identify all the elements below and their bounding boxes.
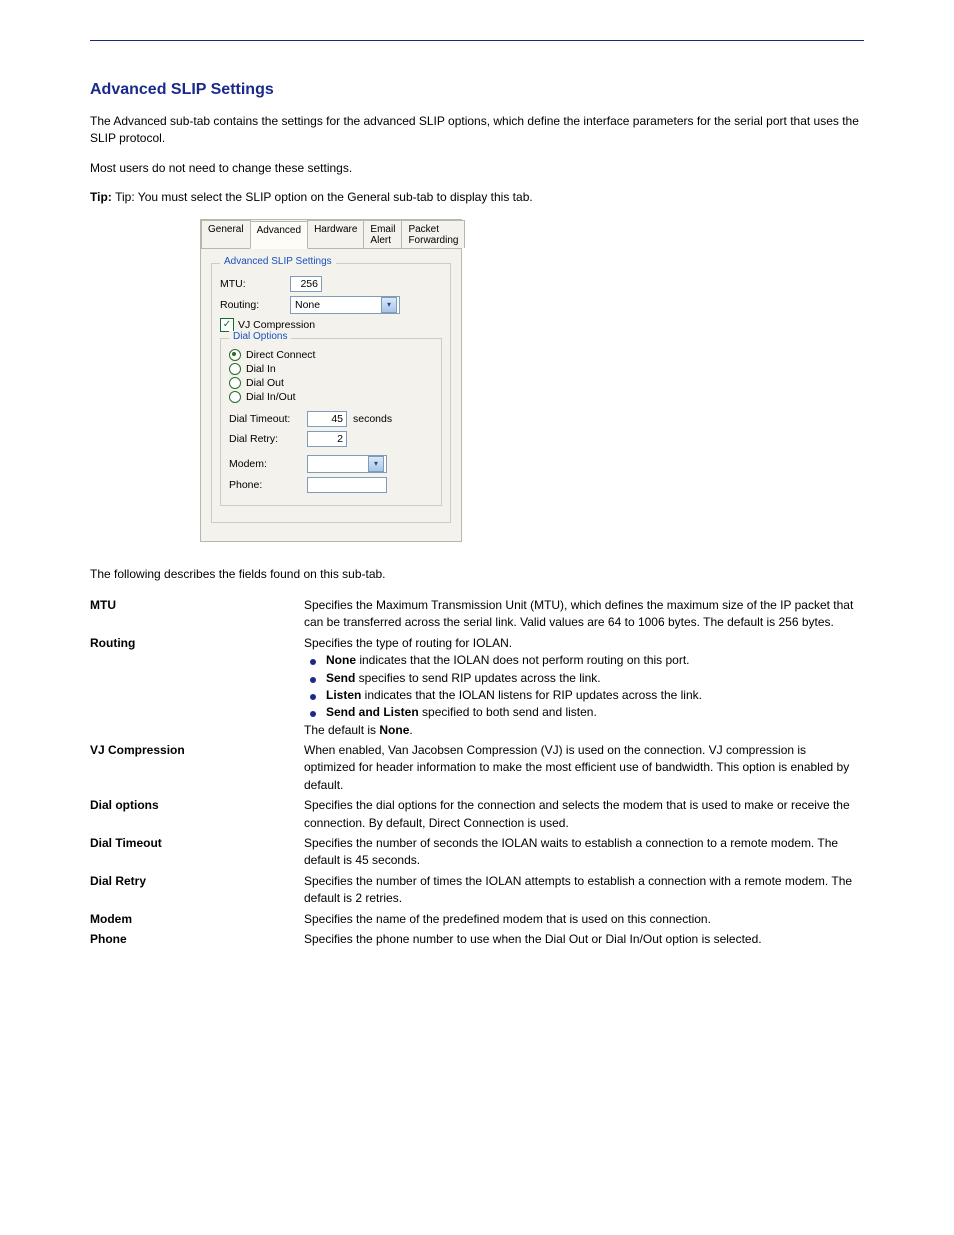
radio-inout-label: Dial In/Out — [246, 391, 296, 403]
label-routing: Routing: — [220, 299, 284, 311]
label-seconds: seconds — [353, 413, 392, 425]
chevron-down-icon: ▾ — [381, 297, 397, 313]
radio-icon — [229, 363, 241, 375]
section-title: Advanced SLIP Settings — [90, 81, 864, 99]
radio-icon — [229, 349, 241, 361]
row-mtu: MTU Specifies the Maximum Transmission U… — [90, 595, 864, 633]
radio-direct-connect[interactable]: Direct Connect — [229, 349, 433, 361]
checkbox-vj-compression[interactable]: ✓ VJ Compression — [220, 318, 315, 332]
row-phone: Phone Specifies the phone number to use … — [90, 929, 864, 949]
key-timeout: Dial Timeout — [90, 833, 304, 871]
checkbox-vj-label: VJ Compression — [238, 319, 315, 331]
legend-advanced-slip: Advanced SLIP Settings — [220, 256, 336, 267]
intro-1: The Advanced sub-tab contains the settin… — [90, 113, 864, 148]
key-modem: Modem — [90, 909, 304, 929]
label-phone: Phone: — [229, 479, 301, 491]
val-mtu: Specifies the Maximum Transmission Unit … — [304, 595, 864, 633]
routing-line-0: Specifies the type of routing for IOLAN. — [304, 635, 860, 652]
row-vj: VJ Compression When enabled, Van Jacobse… — [90, 740, 864, 795]
input-dial-retry[interactable] — [307, 431, 347, 447]
row-modem: Modem Specifies the name of the predefin… — [90, 909, 864, 929]
val-modem: Specifies the name of the predefined mod… — [304, 909, 864, 929]
radio-icon — [229, 377, 241, 389]
radio-icon — [229, 391, 241, 403]
legend-dial-options: Dial Options — [229, 331, 291, 342]
chevron-down-icon: ▾ — [368, 456, 384, 472]
group-advanced-slip: Advanced SLIP Settings MTU: Routing: Non… — [211, 263, 451, 523]
intro-tip-text: Tip: You must select the SLIP option on … — [115, 190, 533, 204]
row-retry: Dial Retry Specifies the number of times… — [90, 871, 864, 909]
row-timeout: Dial Timeout Specifies the number of sec… — [90, 833, 864, 871]
val-phone: Specifies the phone number to use when t… — [304, 929, 864, 949]
tab-packet-forwarding[interactable]: Packet Forwarding — [401, 220, 465, 248]
select-modem[interactable]: ▾ — [307, 455, 387, 473]
tab-email-alert[interactable]: Email Alert — [363, 220, 402, 248]
select-routing-value: None — [295, 299, 320, 311]
radio-dial-inout[interactable]: Dial In/Out — [229, 391, 433, 403]
key-phone: Phone — [90, 929, 304, 949]
radio-out-label: Dial Out — [246, 377, 284, 389]
field-descriptions: MTU Specifies the Maximum Transmission U… — [90, 595, 864, 949]
tab-hardware[interactable]: Hardware — [307, 220, 364, 248]
key-mtu: MTU — [90, 595, 304, 633]
val-timeout: Specifies the number of seconds the IOLA… — [304, 833, 864, 871]
row-dial: Dial options Specifies the dial options … — [90, 795, 864, 833]
row-routing: Routing Specifies the type of routing fo… — [90, 633, 864, 740]
label-modem: Modem: — [229, 458, 301, 470]
input-phone[interactable] — [307, 477, 387, 493]
val-retry: Specifies the number of times the IOLAN … — [304, 871, 864, 909]
key-dial: Dial options — [90, 795, 304, 833]
label-mtu: MTU: — [220, 278, 284, 290]
radio-in-label: Dial In — [246, 363, 276, 375]
input-mtu[interactable] — [290, 276, 322, 292]
val-dial: Specifies the dial options for the conne… — [304, 795, 864, 833]
radio-direct-label: Direct Connect — [246, 349, 315, 361]
radio-dial-out[interactable]: Dial Out — [229, 377, 433, 389]
label-dial-timeout: Dial Timeout: — [229, 413, 301, 425]
key-routing: Routing — [90, 633, 304, 740]
input-dial-timeout[interactable] — [307, 411, 347, 427]
label-dial-retry: Dial Retry: — [229, 433, 301, 445]
tab-bar: General Advanced Hardware Email Alert Pa… — [201, 220, 461, 249]
val-vj: When enabled, Van Jacobsen Compression (… — [304, 740, 864, 795]
dialog-screenshot: General Advanced Hardware Email Alert Pa… — [200, 219, 462, 542]
radio-dial-in[interactable]: Dial In — [229, 363, 433, 375]
select-routing[interactable]: None ▾ — [290, 296, 400, 314]
top-rule — [90, 40, 864, 41]
intro-2: Most users do not need to change these s… — [90, 160, 864, 177]
field-intro: The following describes the fields found… — [90, 566, 864, 583]
tab-general[interactable]: General — [201, 220, 251, 248]
key-vj: VJ Compression — [90, 740, 304, 795]
val-routing: Specifies the type of routing for IOLAN.… — [304, 633, 864, 740]
tab-advanced[interactable]: Advanced — [250, 221, 308, 249]
routing-default: The default is None. — [304, 722, 860, 739]
group-dial-options: Dial Options Direct Connect Dial In Dial… — [220, 338, 442, 506]
intro-tip: Tip: Tip: You must select the SLIP optio… — [90, 189, 864, 206]
check-icon: ✓ — [220, 318, 234, 332]
key-retry: Dial Retry — [90, 871, 304, 909]
